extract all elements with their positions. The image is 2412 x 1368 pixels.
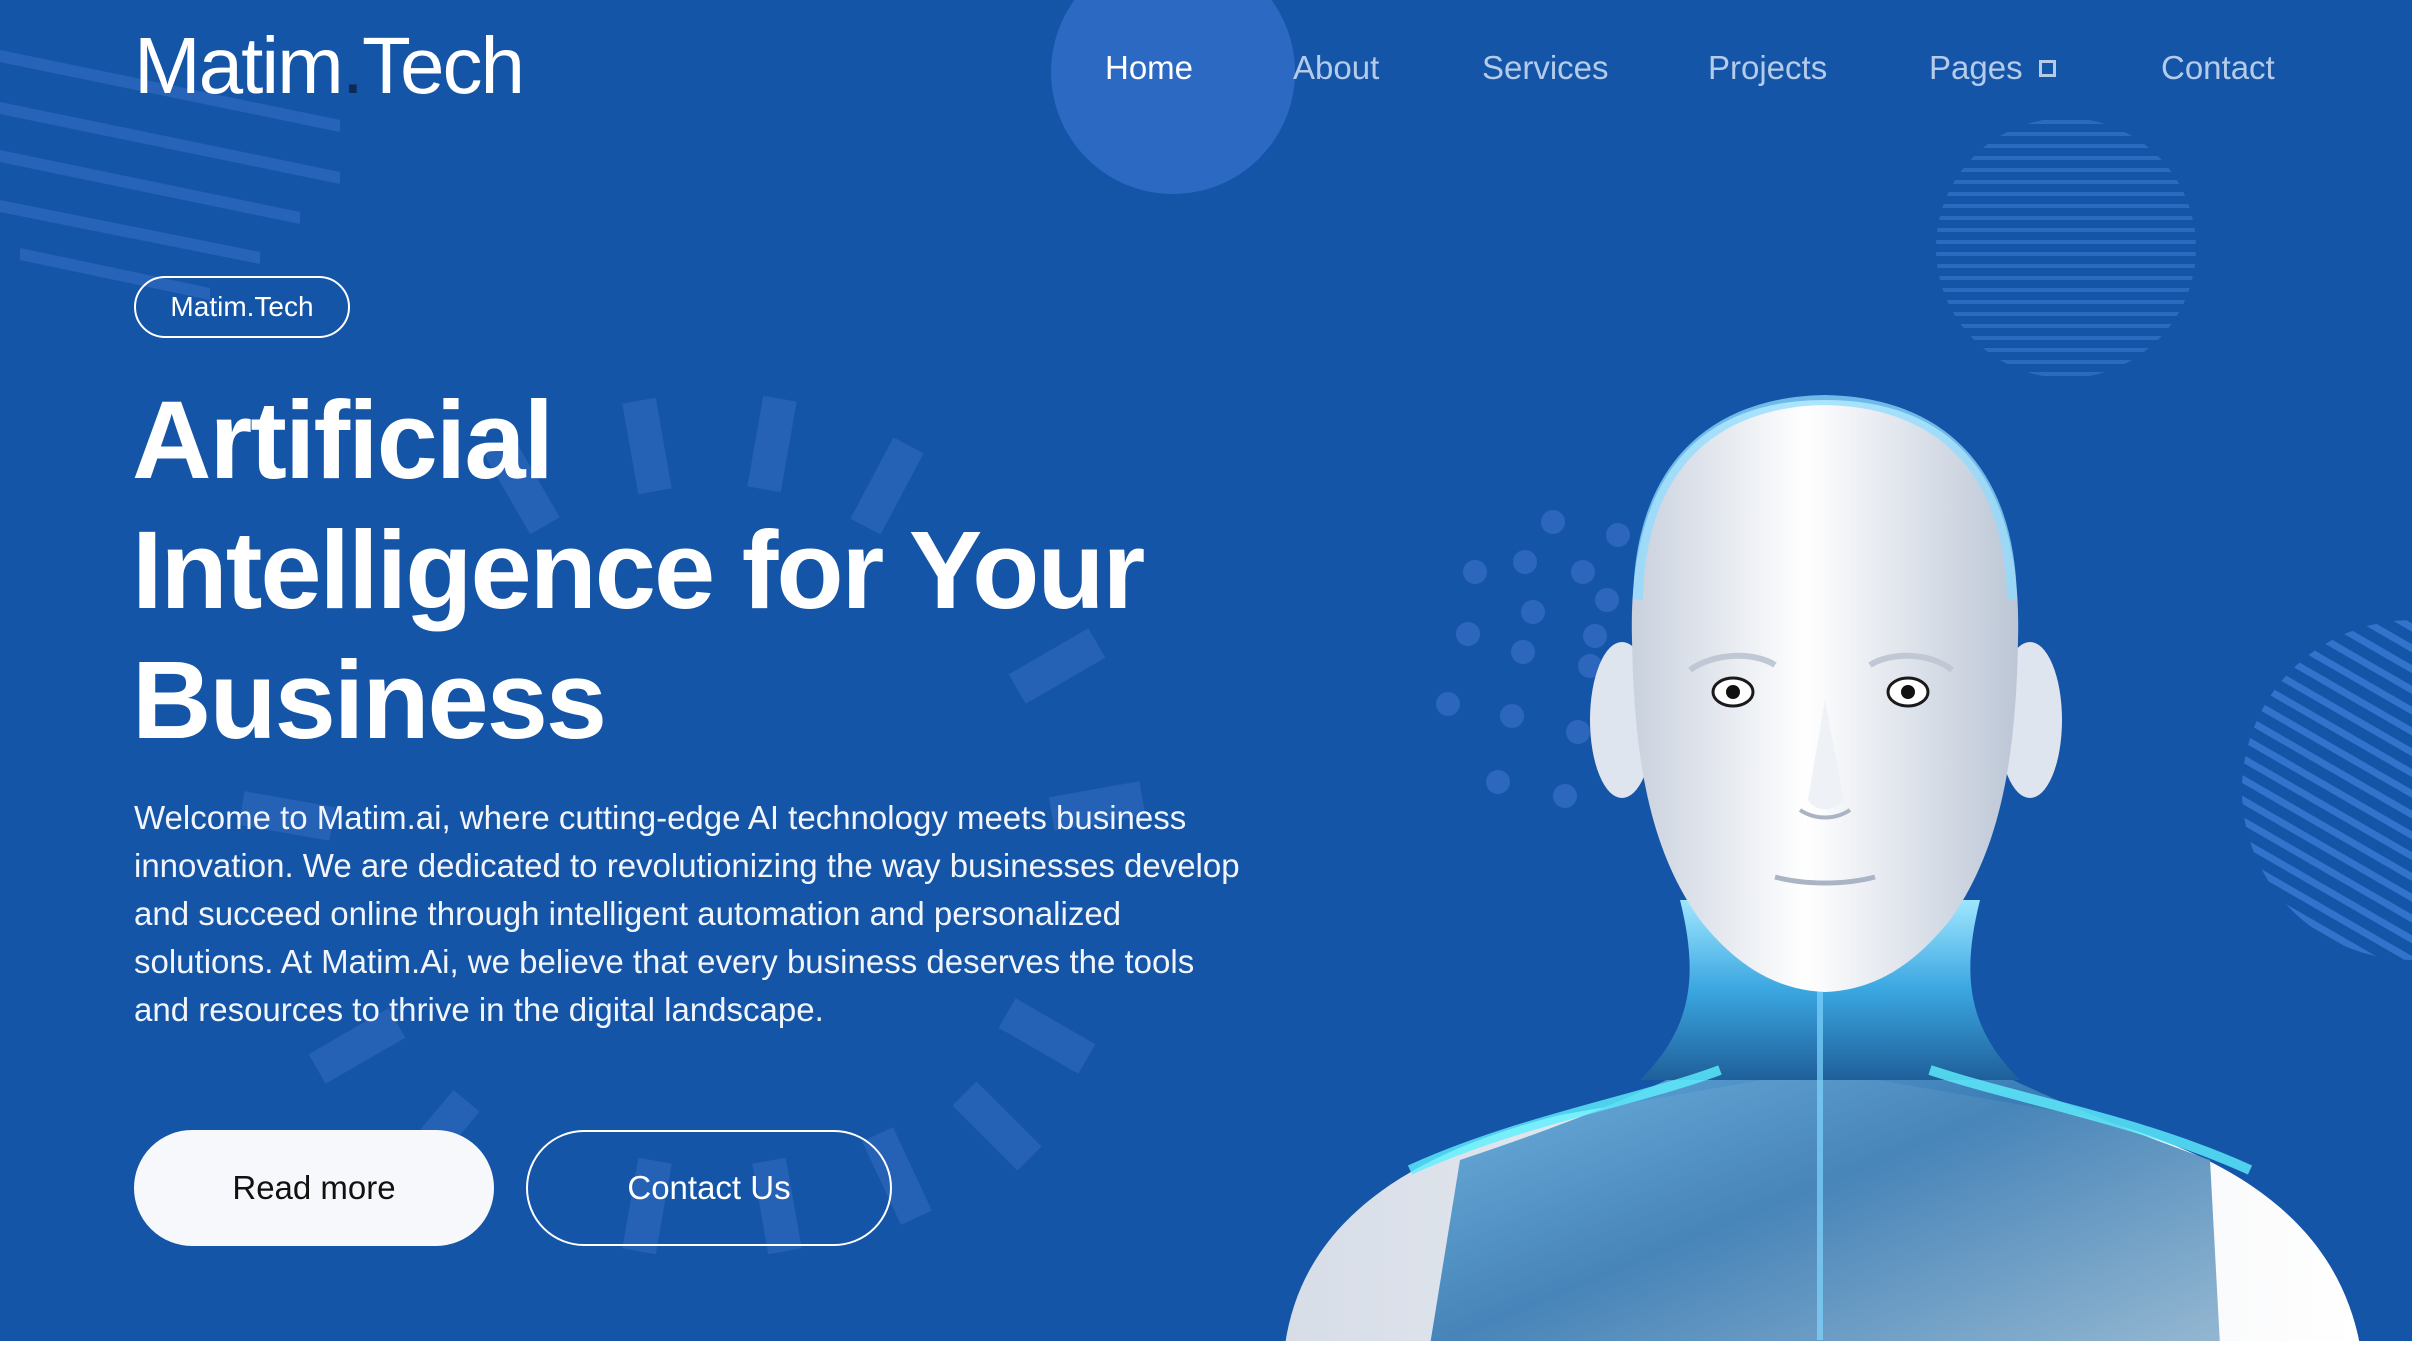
headline-line-3: Business bbox=[132, 639, 607, 762]
hero-description: Welcome to Matim.ai, where cutting-edge … bbox=[134, 799, 1240, 1028]
nav-item-contact[interactable]: Contact bbox=[2161, 48, 2275, 88]
hero-badge: Matim.Tech bbox=[134, 276, 350, 338]
headline-line-1: Artificial bbox=[132, 379, 554, 502]
hero-headline: Artificial Intelligence for Your Busines… bbox=[132, 376, 1262, 766]
nav-item-home[interactable]: Home bbox=[1105, 48, 1193, 88]
humanoid-robot-illustration bbox=[1285, 394, 2360, 1345]
square-dropdown-icon bbox=[2038, 59, 2056, 77]
read-more-button[interactable]: Read more bbox=[134, 1130, 494, 1246]
nav-item-projects[interactable]: Projects bbox=[1708, 48, 1827, 88]
nav-item-services[interactable]: Services bbox=[1482, 48, 1609, 88]
headline-line-2: Intelligence for Your bbox=[132, 509, 1145, 632]
main-navigation: Home About Services Projects Pages Conta… bbox=[0, 0, 2412, 140]
nav-item-about[interactable]: About bbox=[1293, 48, 1379, 88]
nav-item-pages-label: Pages bbox=[1929, 49, 2023, 86]
nav-item-pages[interactable]: Pages bbox=[1929, 48, 2056, 88]
contact-us-button[interactable]: Contact Us bbox=[526, 1130, 892, 1246]
page-bottom-edge bbox=[0, 1341, 2412, 1368]
